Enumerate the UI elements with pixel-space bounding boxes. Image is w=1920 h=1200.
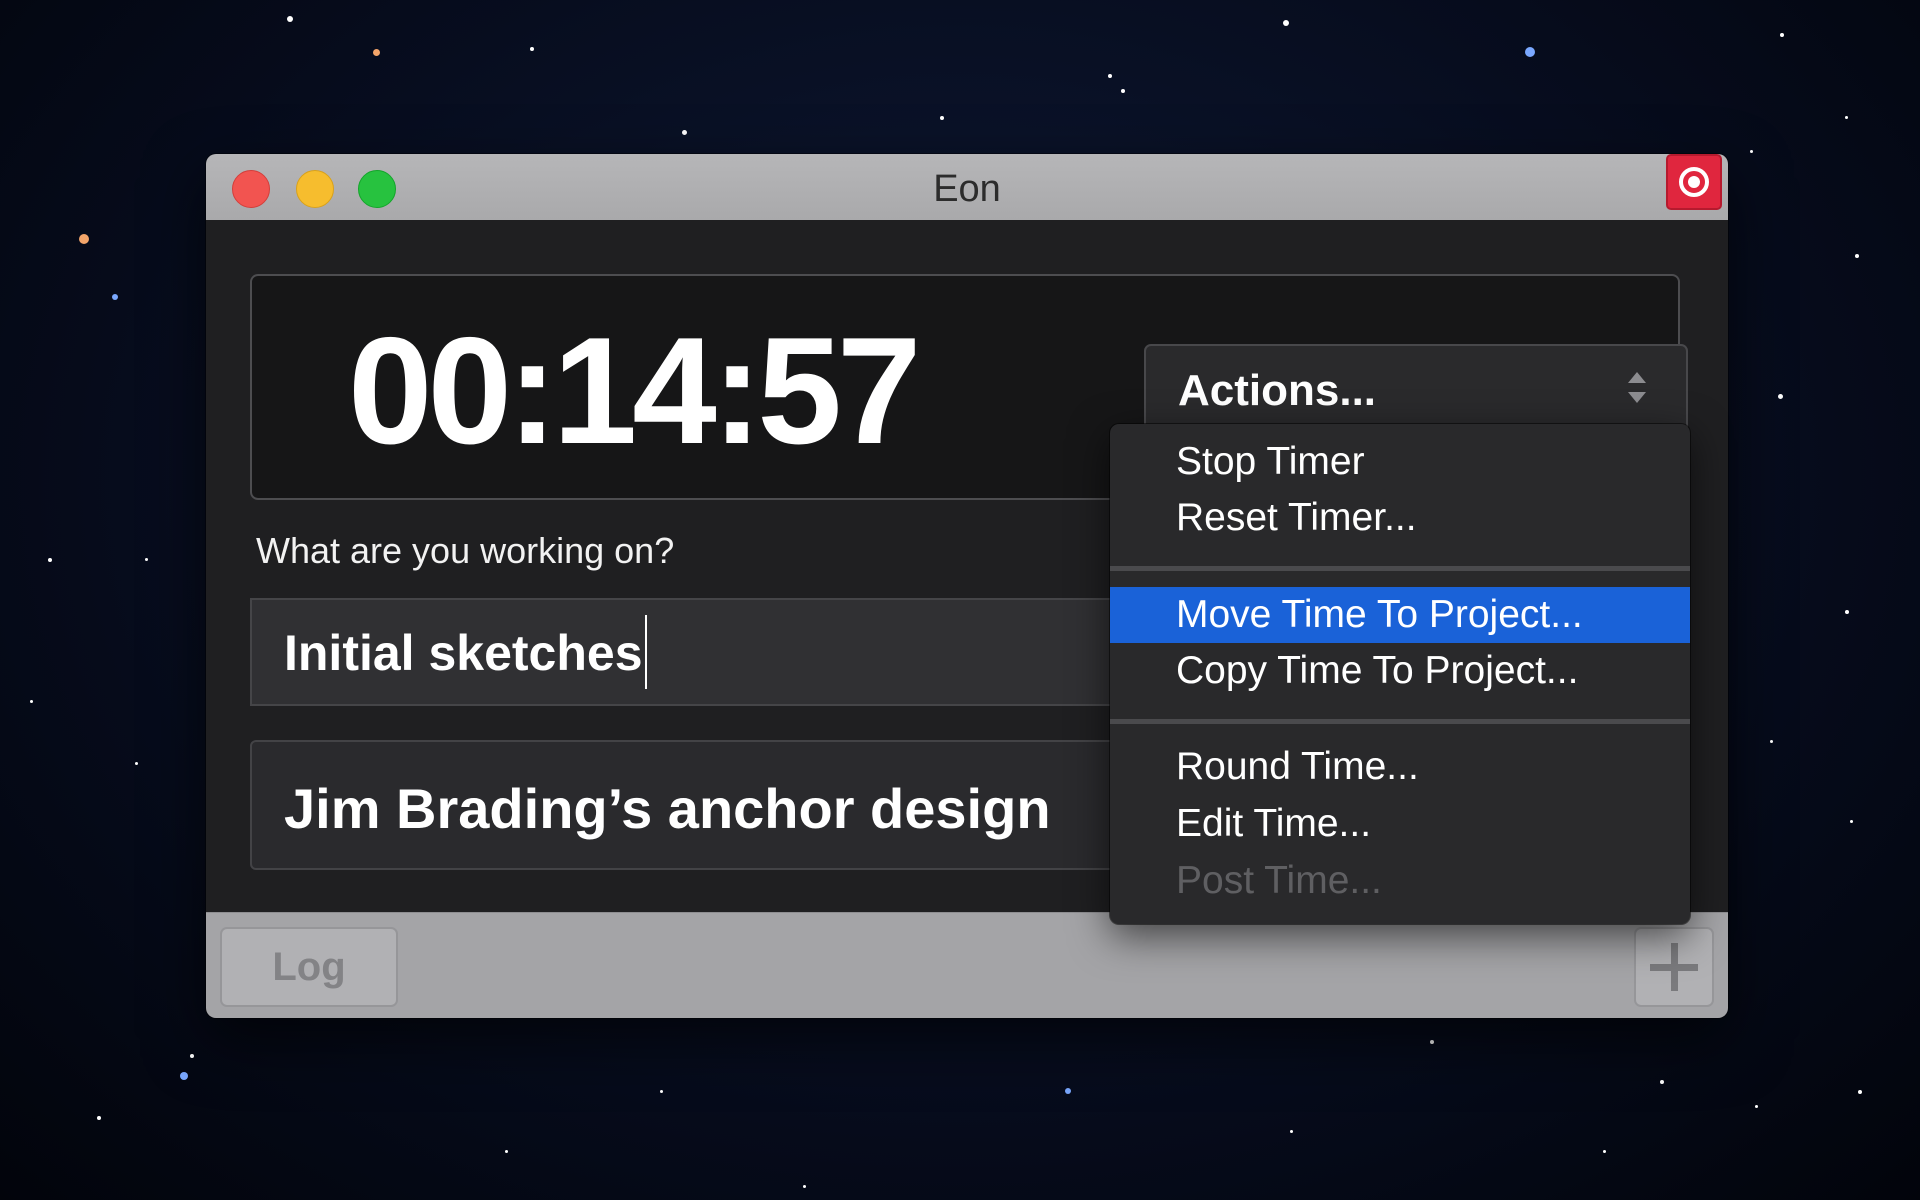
star xyxy=(1770,740,1773,743)
menu-separator xyxy=(1110,719,1690,724)
project-name: Jim Brading’s anchor design xyxy=(284,777,1051,840)
star xyxy=(1121,89,1125,93)
actions-label: Actions... xyxy=(1178,366,1377,415)
star xyxy=(530,47,534,51)
window-title: Eon xyxy=(933,168,1001,210)
star xyxy=(30,700,33,703)
star xyxy=(1283,20,1289,26)
menu-separator xyxy=(1110,566,1690,571)
star xyxy=(145,558,148,561)
star xyxy=(1108,74,1112,78)
up-down-arrows-icon xyxy=(1628,368,1646,408)
star xyxy=(1855,254,1859,258)
star xyxy=(97,1116,101,1120)
star xyxy=(682,130,687,135)
menu-item-reset-timer[interactable]: Reset Timer... xyxy=(1110,490,1690,546)
star xyxy=(1660,1080,1664,1084)
star xyxy=(1845,116,1848,119)
menu-item-post-time: Post Time... xyxy=(1176,859,1382,902)
menu-item-copy-time[interactable]: Copy Time To Project... xyxy=(1110,643,1690,699)
star xyxy=(1290,1130,1293,1133)
star xyxy=(1845,610,1849,614)
star xyxy=(373,49,380,56)
menu-item-stop-timer[interactable]: Stop Timer xyxy=(1110,434,1690,490)
star xyxy=(505,1150,508,1153)
task-input-value: Initial sketches xyxy=(284,614,647,689)
star xyxy=(180,1072,188,1080)
actions-menu: Stop Timer Reset Timer... Move Time To P… xyxy=(1110,424,1690,924)
timer-display: 00:14:57 xyxy=(348,306,921,476)
record-dot-icon xyxy=(1688,176,1700,188)
star xyxy=(660,1090,663,1093)
star xyxy=(135,762,138,765)
star xyxy=(1430,1040,1434,1044)
title-bar[interactable]: Eon xyxy=(206,154,1728,220)
footer-bar: Log xyxy=(206,912,1728,1018)
star xyxy=(1858,1090,1862,1094)
star xyxy=(79,234,89,244)
menu-item-round-time[interactable]: Round Time... xyxy=(1110,739,1690,795)
record-button[interactable] xyxy=(1666,154,1722,210)
star xyxy=(1780,33,1784,37)
text-caret xyxy=(644,614,647,689)
star xyxy=(48,558,52,562)
star xyxy=(1603,1150,1606,1153)
actions-popup-button[interactable]: Actions... xyxy=(1144,344,1688,434)
star xyxy=(1525,47,1535,57)
menu-item-move-time[interactable]: Move Time To Project... xyxy=(1110,587,1690,643)
star xyxy=(190,1054,194,1058)
star xyxy=(1778,394,1783,399)
star xyxy=(940,116,944,120)
star xyxy=(112,294,118,300)
star xyxy=(1750,150,1753,153)
menu-item-edit-time[interactable]: Edit Time... xyxy=(1110,796,1690,852)
star xyxy=(1065,1088,1071,1094)
add-button[interactable] xyxy=(1634,927,1714,1007)
task-prompt-label: What are you working on? xyxy=(256,530,675,571)
star xyxy=(1850,820,1853,823)
star xyxy=(1755,1105,1758,1108)
star xyxy=(287,16,293,22)
log-button[interactable]: Log xyxy=(220,927,398,1007)
star xyxy=(803,1185,806,1188)
